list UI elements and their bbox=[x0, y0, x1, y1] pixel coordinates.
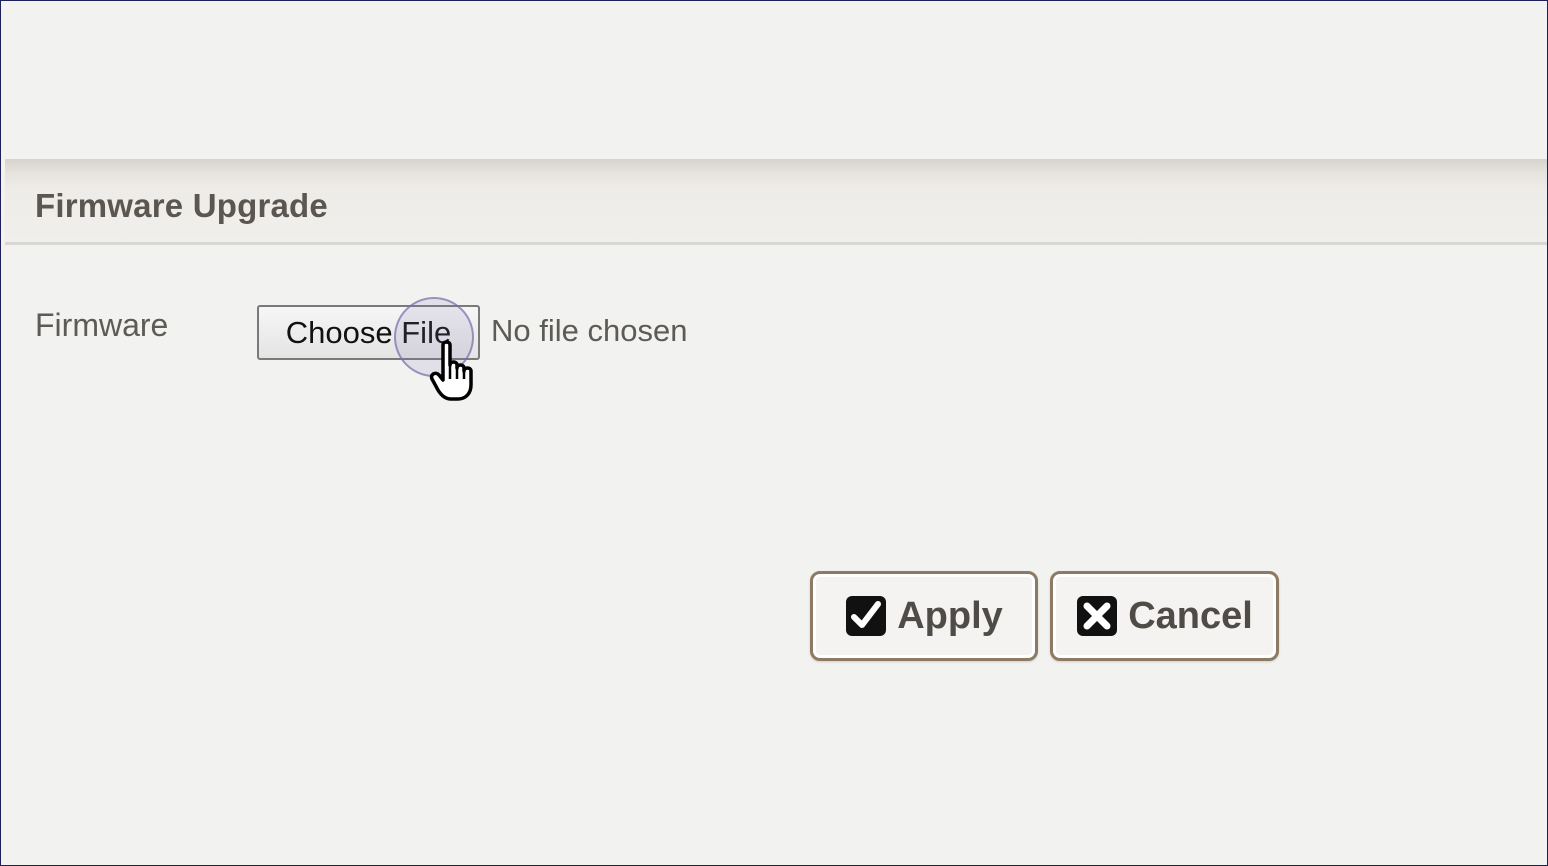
close-box-icon bbox=[1077, 596, 1118, 636]
app-frame: Firmware Upgrade Firmware Choose File No… bbox=[0, 0, 1548, 866]
panel-header: Firmware Upgrade bbox=[5, 159, 1547, 245]
firmware-field-label: Firmware bbox=[35, 307, 169, 343]
cancel-button-label: Cancel bbox=[1128, 594, 1253, 637]
apply-button-label: Apply bbox=[897, 594, 1003, 637]
cancel-button-content: Cancel bbox=[1053, 574, 1276, 658]
cancel-button[interactable]: Cancel bbox=[1050, 571, 1279, 661]
page-title: Firmware Upgrade bbox=[35, 187, 328, 224]
apply-button[interactable]: Apply bbox=[810, 571, 1038, 661]
choose-file-button[interactable]: Choose File bbox=[257, 305, 480, 360]
checkbox-checked-icon bbox=[846, 596, 887, 636]
apply-button-content: Apply bbox=[813, 574, 1035, 658]
file-status-text: No file chosen bbox=[491, 313, 688, 348]
